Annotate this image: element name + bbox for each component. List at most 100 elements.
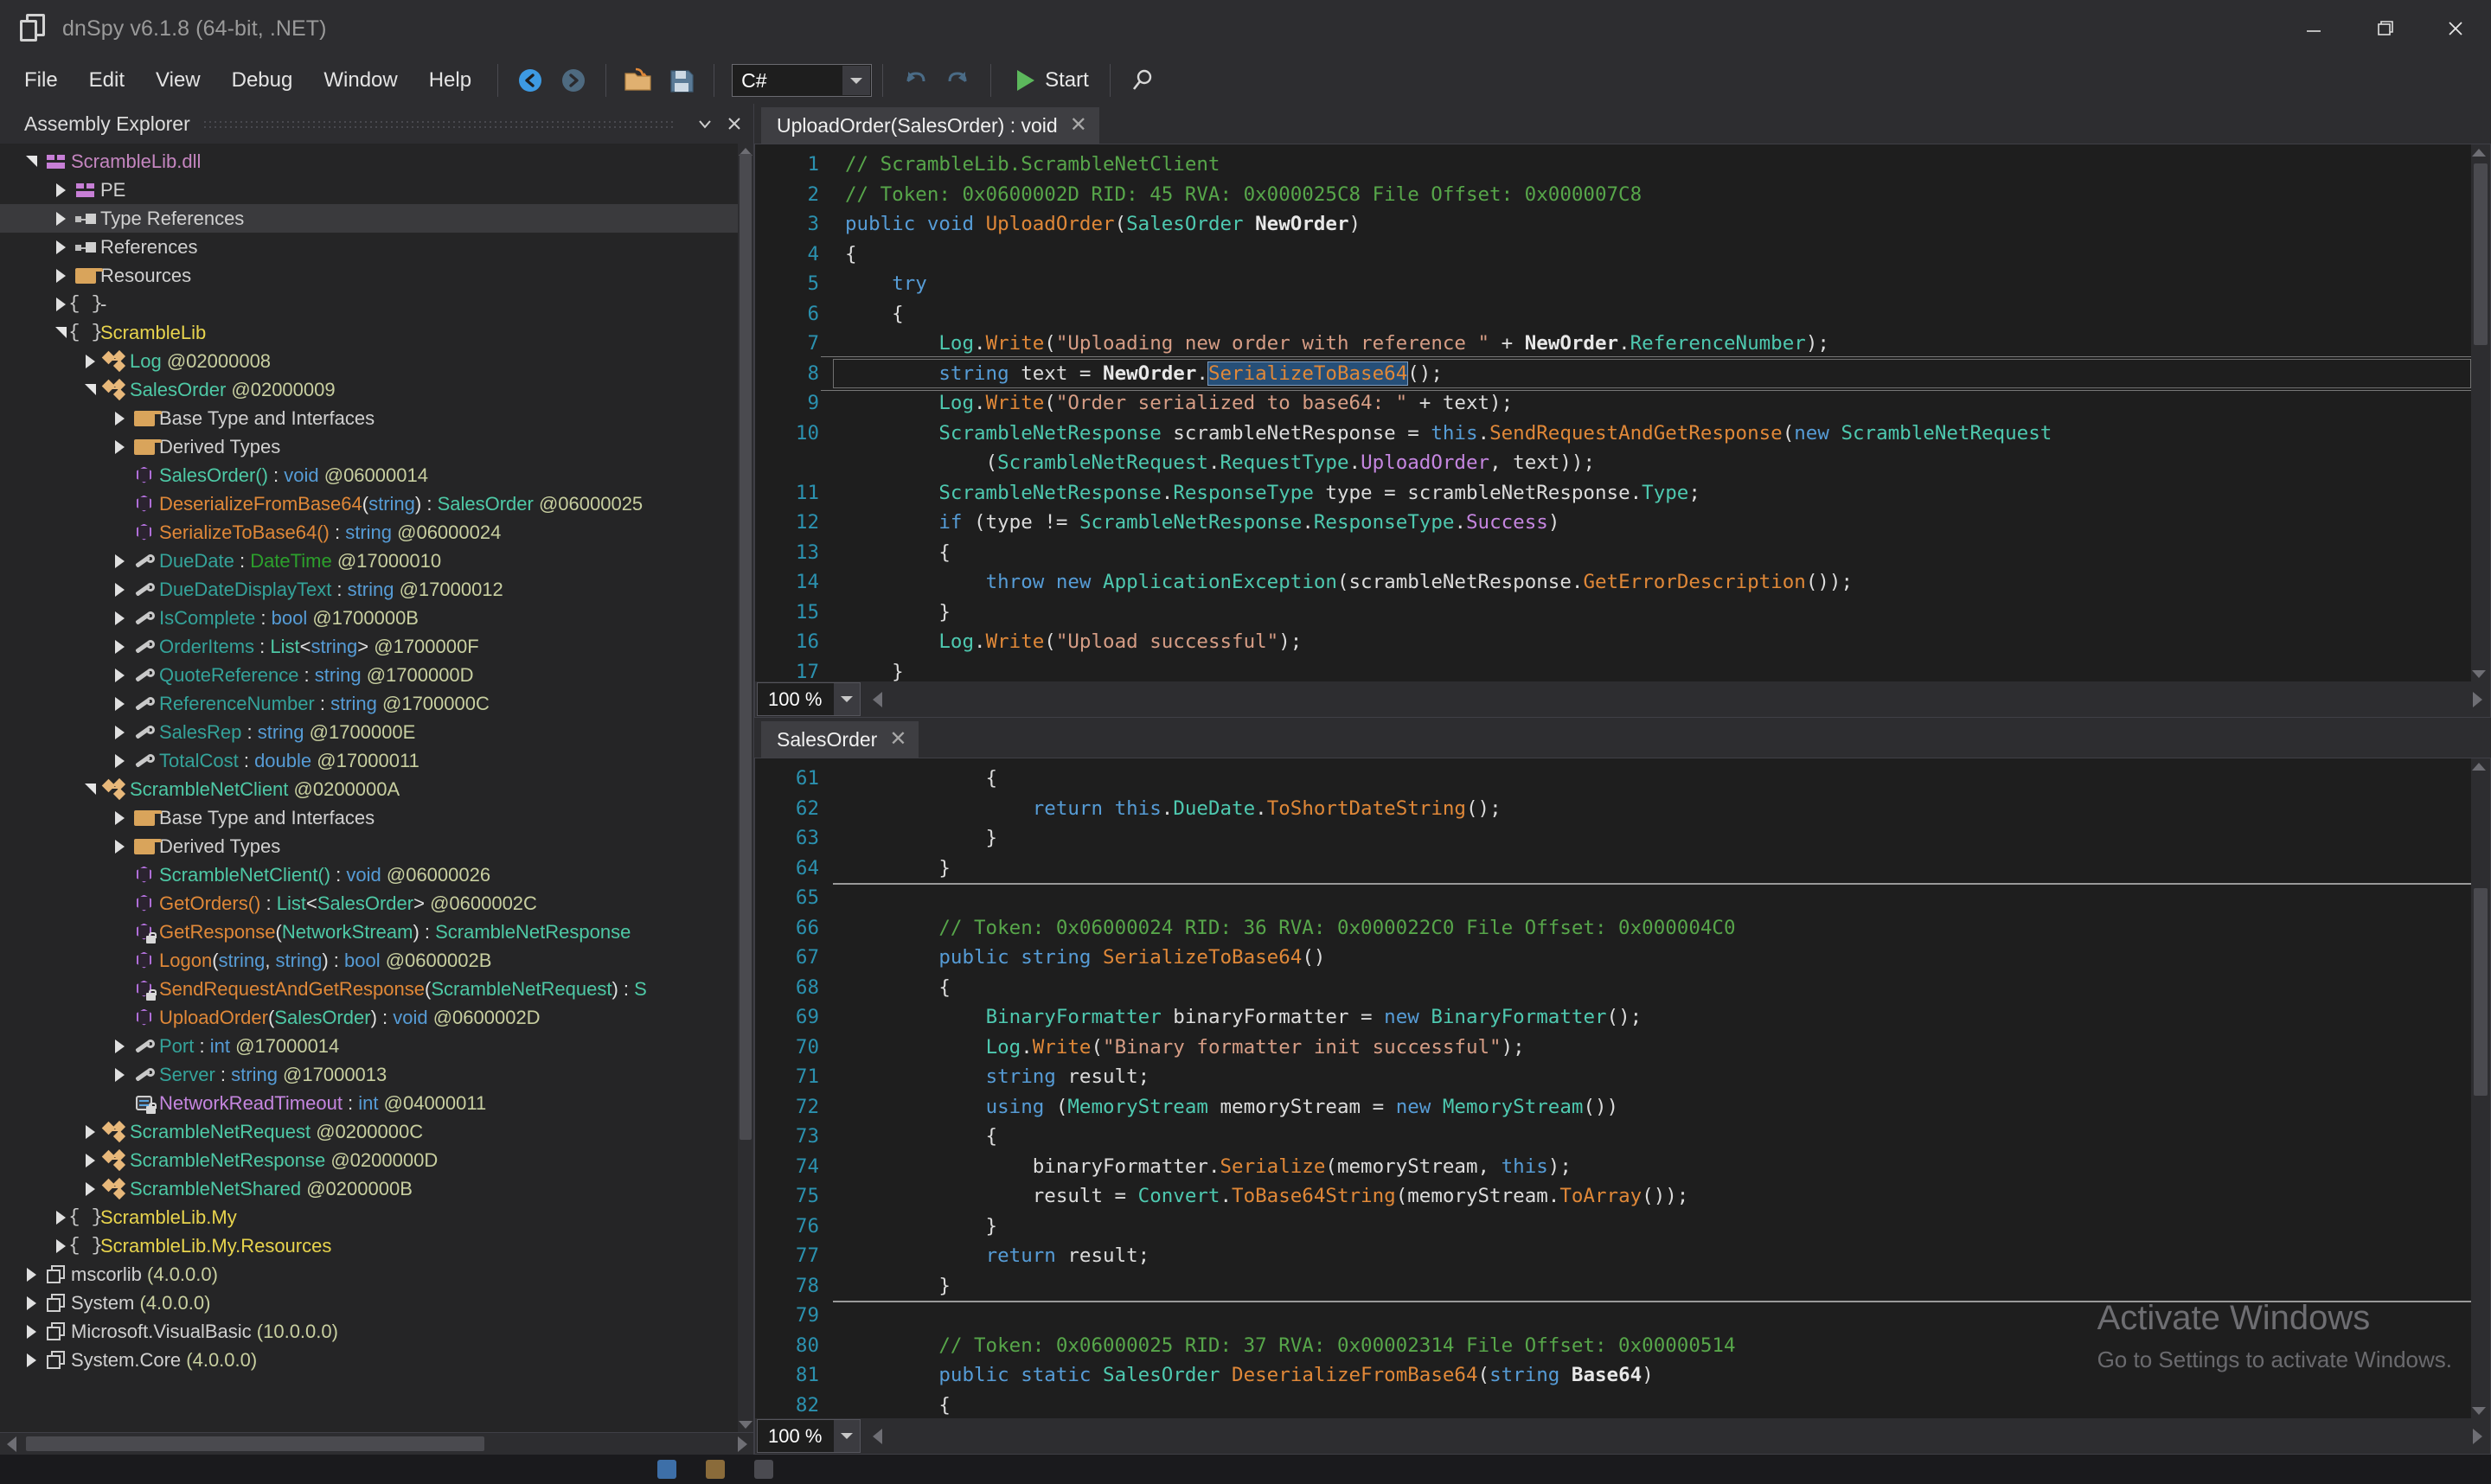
scroll-left-icon[interactable] bbox=[0, 1433, 22, 1455]
code-line[interactable]: 12 if (type != ScrambleNetResponse.Respo… bbox=[755, 508, 2471, 538]
expander[interactable] bbox=[109, 810, 130, 825]
scrollbar-thumb[interactable] bbox=[26, 1436, 484, 1451]
tree-node[interactable]: { } - bbox=[0, 290, 738, 318]
close-icon[interactable] bbox=[2420, 0, 2491, 57]
expander[interactable] bbox=[109, 582, 130, 597]
tree-node[interactable]: Port : int @17000014 bbox=[0, 1032, 738, 1060]
code-line[interactable]: 4{ bbox=[755, 240, 2471, 270]
expander[interactable] bbox=[50, 182, 71, 197]
scrollbar-thumb[interactable] bbox=[2474, 888, 2488, 1096]
code-line[interactable]: 62 return this.DueDate.ToShortDateString… bbox=[755, 794, 2471, 824]
chevron-down-icon[interactable] bbox=[834, 683, 860, 715]
expander[interactable] bbox=[80, 1153, 100, 1167]
expander[interactable] bbox=[80, 384, 100, 395]
tree-node[interactable]: SalesRep : string @1700000E bbox=[0, 718, 738, 746]
code-view-bottom[interactable]: 61 {62 return this.DueDate.ToShortDateSt… bbox=[754, 758, 2491, 1418]
code-line[interactable]: 67 public string SerializeToBase64() bbox=[755, 943, 2471, 973]
scroll-down-icon[interactable] bbox=[738, 1417, 753, 1432]
close-icon[interactable]: ✕ bbox=[889, 729, 906, 750]
menu-file[interactable]: File bbox=[9, 63, 74, 98]
language-combobox[interactable]: C# bbox=[732, 64, 873, 97]
code-line[interactable]: 13 { bbox=[755, 538, 2471, 568]
menu-edit[interactable]: Edit bbox=[74, 63, 140, 98]
menu-view[interactable]: View bbox=[140, 63, 216, 98]
code-line[interactable]: 78 } bbox=[755, 1271, 2471, 1302]
code-view-top[interactable]: 1 // ScrambleLib.ScrambleNetClient 2 // Tok… bbox=[754, 144, 2491, 681]
tree-node[interactable]: ScrambleLib.dll bbox=[0, 147, 738, 176]
expander[interactable] bbox=[21, 1267, 42, 1282]
tree-node[interactable]: Base Type and Interfaces bbox=[0, 803, 738, 832]
code-text-bottom[interactable]: 61 {62 return this.DueDate.ToShortDateSt… bbox=[755, 758, 2471, 1418]
code-line[interactable]: 15 } bbox=[755, 598, 2471, 628]
tree-node[interactable]: { } ScrambleLib.My bbox=[0, 1203, 738, 1231]
chevron-down-icon[interactable] bbox=[693, 112, 717, 136]
tree-node[interactable]: ScrambleNetClient @0200000A bbox=[0, 775, 738, 803]
taskbar-app-icon[interactable] bbox=[657, 1460, 676, 1479]
code-line[interactable]: 81 public static SalesOrder DeserializeF… bbox=[755, 1360, 2471, 1391]
code-line[interactable]: 5 try bbox=[755, 269, 2471, 299]
code-vertical-scrollbar-top[interactable] bbox=[2471, 144, 2490, 681]
tree-node[interactable]: Derived Types bbox=[0, 832, 738, 860]
code-line[interactable]: 3 public void UploadOrder(SalesOrder NewO… bbox=[755, 209, 2471, 240]
code-line[interactable]: 64 } bbox=[755, 854, 2471, 884]
chevron-down-icon[interactable] bbox=[834, 1420, 860, 1452]
scroll-right-icon[interactable] bbox=[2464, 681, 2490, 717]
tree-node[interactable]: QuoteReference : string @1700000D bbox=[0, 661, 738, 689]
code-line[interactable]: (ScrambleNetRequest.RequestType.UploadOr… bbox=[755, 448, 2471, 478]
code-line[interactable]: 70 Log.Write("Binary formatter init succ… bbox=[755, 1033, 2471, 1063]
tree-node[interactable]: SalesOrder @02000009 bbox=[0, 375, 738, 404]
tree-node[interactable]: PE bbox=[0, 176, 738, 204]
explorer-vertical-scrollbar[interactable] bbox=[738, 144, 753, 1432]
code-line[interactable]: 17 } bbox=[755, 657, 2471, 682]
zoom-combobox-top[interactable]: 100 % bbox=[757, 682, 861, 716]
code-line[interactable]: 80 // Token: 0x06000025 RID: 37 RVA: 0x0… bbox=[755, 1331, 2471, 1361]
redo-icon[interactable] bbox=[939, 61, 977, 99]
scroll-up-icon[interactable] bbox=[2471, 758, 2487, 774]
tree-node[interactable]: References bbox=[0, 233, 738, 261]
tree-node[interactable]: { } ScrambleLib bbox=[0, 318, 738, 347]
tree-node[interactable]: SerializeToBase64() : string @06000024 bbox=[0, 518, 738, 547]
code-line[interactable]: 61 { bbox=[755, 764, 2471, 794]
tree-node[interactable]: ScrambleNetResponse @0200000D bbox=[0, 1146, 738, 1174]
code-line[interactable]: 75 result = Convert.ToBase64String(memor… bbox=[755, 1181, 2471, 1212]
expander[interactable] bbox=[21, 1295, 42, 1310]
expander[interactable] bbox=[109, 753, 130, 768]
tree-node[interactable]: System.Core (4.0.0.0) bbox=[0, 1346, 738, 1374]
code-line[interactable]: 14 throw new ApplicationException(scramb… bbox=[755, 567, 2471, 598]
scroll-left-icon[interactable] bbox=[864, 681, 890, 717]
tree-node[interactable]: GetOrders() : List<SalesOrder> @0600002C bbox=[0, 889, 738, 918]
scroll-right-icon[interactable] bbox=[2464, 1418, 2490, 1454]
tree-node[interactable]: mscorlib (4.0.0.0) bbox=[0, 1260, 738, 1289]
code-line[interactable]: 6 { bbox=[755, 299, 2471, 329]
tree-node[interactable]: Type References bbox=[0, 204, 738, 233]
back-arrow-icon[interactable] bbox=[511, 61, 549, 99]
tree-node[interactable]: ScrambleNetRequest @0200000C bbox=[0, 1117, 738, 1146]
search-icon[interactable] bbox=[1124, 61, 1162, 99]
tree-node[interactable]: ReferenceNumber : string @1700000C bbox=[0, 689, 738, 718]
tree-node[interactable]: ScrambleNetClient() : void @06000026 bbox=[0, 860, 738, 889]
code-line[interactable]: 16 Log.Write("Upload successful"); bbox=[755, 627, 2471, 657]
expander[interactable] bbox=[109, 668, 130, 682]
expander[interactable] bbox=[109, 1039, 130, 1053]
code-line[interactable]: 8 string text = NewOrder.SerializeToBase… bbox=[755, 355, 2471, 391]
code-line[interactable]: 65 bbox=[755, 883, 2471, 913]
scroll-right-icon[interactable] bbox=[731, 1433, 753, 1455]
save-icon[interactable] bbox=[663, 61, 701, 99]
code-line[interactable]: 71 string result; bbox=[755, 1062, 2471, 1092]
expander[interactable] bbox=[50, 268, 71, 283]
code-line[interactable]: 79 bbox=[755, 1301, 2471, 1331]
code-text-top[interactable]: 1 // ScrambleLib.ScrambleNetClient 2 // Tok… bbox=[755, 144, 2471, 681]
tree-node[interactable]: { } ScrambleLib.My.Resources bbox=[0, 1231, 738, 1260]
tree-node[interactable]: IsComplete : bool @1700000B bbox=[0, 604, 738, 632]
code-horizontal-scrollbar-top[interactable] bbox=[861, 681, 2490, 717]
expander[interactable] bbox=[109, 839, 130, 854]
expander[interactable] bbox=[109, 611, 130, 625]
expander[interactable] bbox=[80, 354, 100, 368]
scroll-down-icon[interactable] bbox=[2471, 666, 2487, 681]
scroll-up-icon[interactable] bbox=[2471, 144, 2487, 160]
code-line[interactable]: 7 Log.Write("Uploading new order with re… bbox=[755, 329, 2471, 359]
tree-node[interactable]: NetworkReadTimeout : int @04000011 bbox=[0, 1089, 738, 1117]
tree-node[interactable]: Base Type and Interfaces bbox=[0, 404, 738, 432]
code-line[interactable]: 77 return result; bbox=[755, 1241, 2471, 1271]
open-folder-icon[interactable] bbox=[619, 61, 657, 99]
